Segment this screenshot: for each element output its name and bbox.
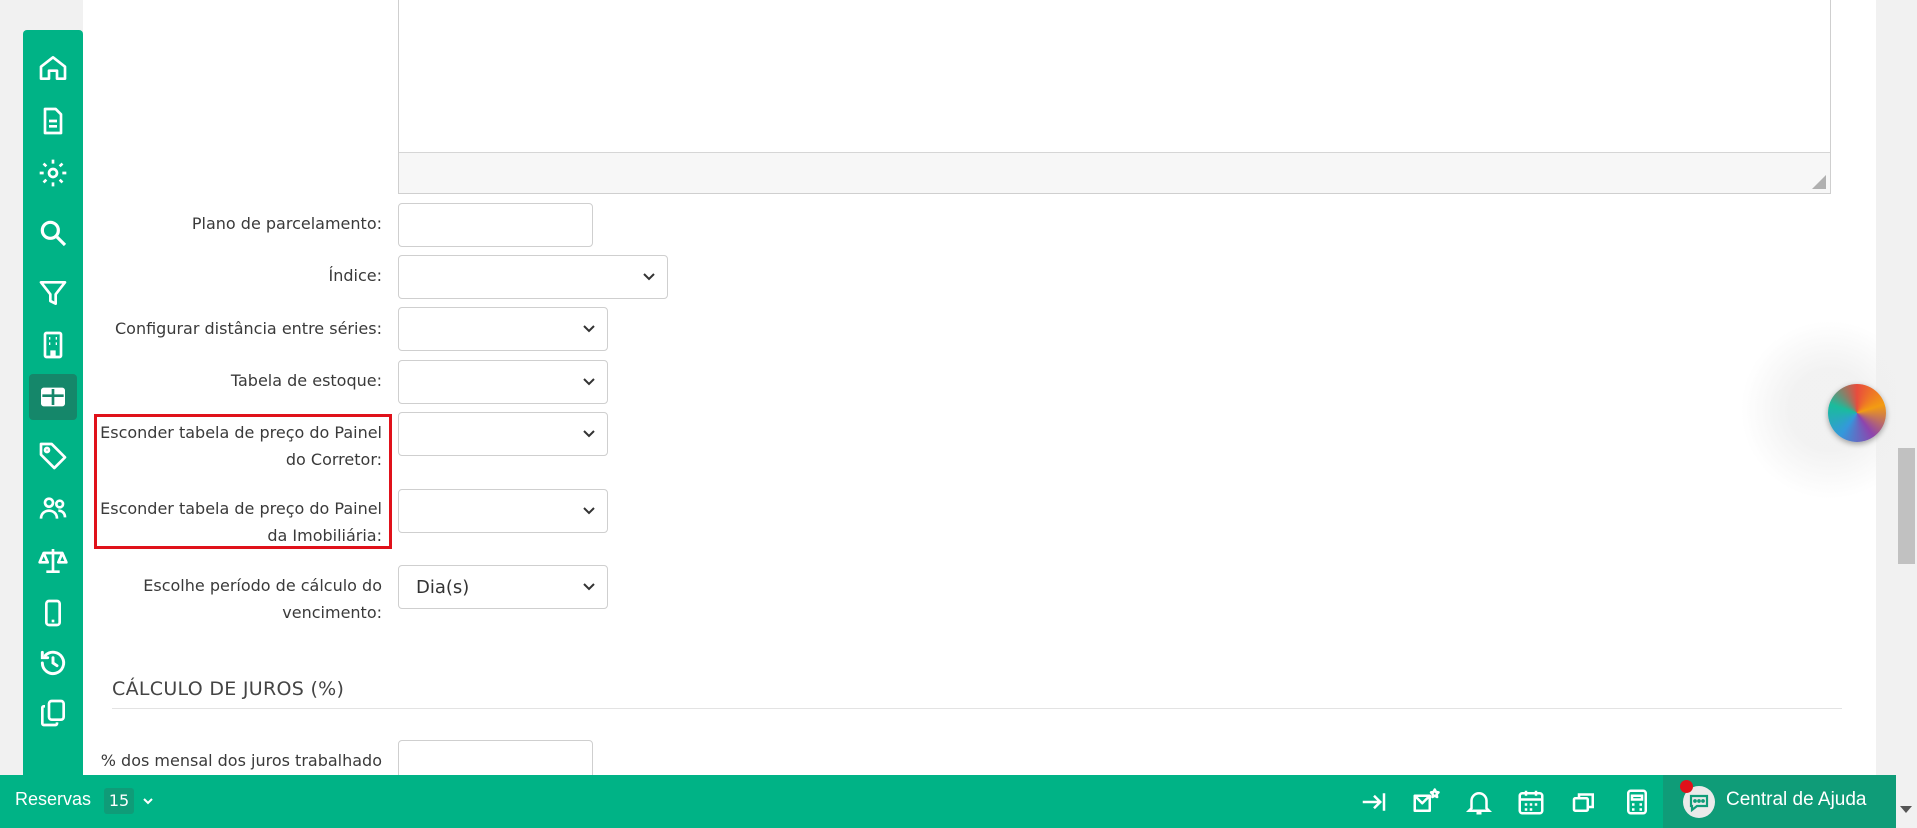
mail-star-icon[interactable]: [1411, 787, 1441, 817]
chevron-down-icon: [583, 507, 595, 515]
esconder-imobiliaria-select[interactable]: [398, 489, 608, 533]
home-icon[interactable]: [29, 45, 77, 91]
chevron-down-icon: [583, 583, 595, 591]
plano-label: Plano de parcelamento:: [191, 214, 382, 233]
esconder-corretor-select[interactable]: [398, 412, 608, 456]
help-center-button[interactable]: Central de Ajuda: [1663, 775, 1896, 828]
calendar-icon[interactable]: [1516, 787, 1546, 817]
distancia-label: Configurar distância entre séries:: [115, 319, 382, 338]
mobile-icon[interactable]: [29, 590, 77, 636]
chevron-down-icon: [583, 325, 595, 333]
chevron-down-icon: [643, 273, 655, 281]
bell-icon[interactable]: [1464, 787, 1494, 817]
scroll-down-arrow-icon[interactable]: [1900, 806, 1912, 813]
distancia-select[interactable]: [398, 307, 608, 351]
esconder-imobiliaria-label: Esconder tabela de preço do Painel da Im…: [100, 499, 382, 545]
calculator-icon[interactable]: [1622, 787, 1652, 817]
history-icon[interactable]: [29, 640, 77, 686]
plano-input[interactable]: [398, 203, 593, 247]
tag-icon[interactable]: [29, 433, 77, 479]
building-icon[interactable]: [29, 322, 77, 368]
periodo-select[interactable]: Dia(s): [398, 565, 608, 609]
filter-icon[interactable]: [29, 270, 77, 316]
resize-grip-icon[interactable]: [1812, 175, 1826, 189]
reservas-count-badge[interactable]: 15: [104, 788, 134, 814]
tabela-estoque-select[interactable]: [398, 360, 608, 404]
tabela-estoque-label: Tabela de estoque:: [230, 371, 382, 390]
document-icon[interactable]: [29, 98, 77, 144]
notification-dot: [1680, 780, 1693, 793]
table-icon[interactable]: [29, 374, 77, 420]
chevron-down-icon[interactable]: [140, 793, 156, 809]
page: Plano de parcelamento: Índice: Configura…: [0, 0, 1917, 828]
search-icon[interactable]: [29, 210, 77, 256]
chevron-down-icon: [583, 430, 595, 438]
gear-icon[interactable]: [29, 150, 77, 196]
section-title: CÁLCULO DE JUROS (%): [112, 678, 345, 700]
reservas-label[interactable]: Reservas: [15, 789, 91, 810]
indice-select[interactable]: [398, 255, 668, 299]
esconder-corretor-label: Esconder tabela de preço do Painel do Co…: [100, 423, 382, 469]
periodo-selected-value: Dia(s): [416, 576, 470, 598]
chevron-down-icon: [583, 378, 595, 386]
windows-icon[interactable]: [1569, 787, 1599, 817]
section-divider: [112, 708, 1842, 709]
periodo-label: Escolhe período de cálculo do vencimento…: [143, 576, 382, 622]
scales-icon[interactable]: [29, 538, 77, 584]
logout-arrow-icon[interactable]: [1359, 787, 1389, 817]
help-center-label: Central de Ajuda: [1726, 789, 1867, 810]
bottom-bar: Reservas 15 Central de Ajuda: [0, 775, 1896, 828]
juros-label: % dos mensal dos juros trabalhado: [100, 751, 382, 770]
editor-statusbar: [399, 152, 1830, 193]
indice-label: Índice:: [328, 266, 383, 285]
sidebar: [23, 30, 83, 775]
assistant-avatar[interactable]: [1828, 384, 1886, 442]
copy-icon[interactable]: [29, 690, 77, 736]
scrollbar-thumb[interactable]: [1898, 448, 1915, 564]
text-editor[interactable]: [398, 0, 1831, 194]
users-icon[interactable]: [29, 485, 77, 531]
scrollbar[interactable]: [1896, 0, 1917, 828]
